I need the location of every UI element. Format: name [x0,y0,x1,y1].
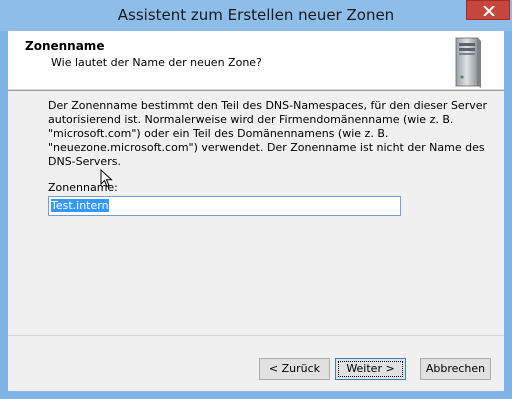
wizard-header: Zonenname Wie lautet der Name der neuen … [8,31,504,90]
close-button[interactable] [466,0,510,20]
header-separator [8,90,504,91]
zone-name-input[interactable]: Test.intern [48,196,401,216]
close-icon [483,6,495,16]
server-icon [455,37,481,88]
wizard-client-area: Zonenname Wie lautet der Name der neuen … [8,31,504,391]
cancel-button[interactable]: Abbrechen [420,358,491,380]
title-bar[interactable]: Assistent zum Erstellen neuer Zonen [0,0,512,31]
page-title: Zonenname [25,39,105,53]
back-button[interactable]: < Zurück [259,358,330,380]
mouse-cursor-icon [100,169,113,188]
wizard-window: Assistent zum Erstellen neuer Zonen Zone… [0,0,512,399]
zone-name-value: Test.intern [51,199,109,212]
description-text: Der Zonenname bestimmt den Teil des DNS-… [48,99,488,168]
footer-separator [8,335,504,336]
next-button[interactable]: Weiter > [335,358,406,380]
page-subtitle: Wie lautet der Name der neuen Zone? [51,56,262,69]
window-title: Assistent zum Erstellen neuer Zonen [117,6,395,24]
